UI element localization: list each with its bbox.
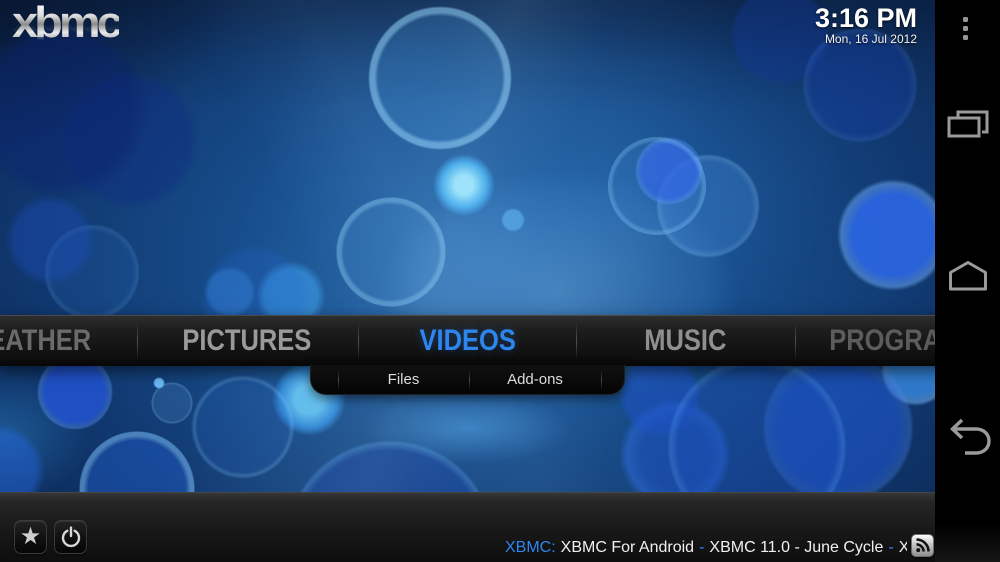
xbmc-logo: xbmc xbmc (12, 2, 152, 82)
submenu-divider (601, 371, 602, 389)
menu-overflow-button[interactable] (963, 17, 968, 40)
rss-ticker: XBMC:XBMC For Android-XBMC 11.0 - June C… (505, 537, 907, 559)
menu-dots-icon (963, 35, 968, 40)
star-icon: ★ (20, 525, 42, 549)
ticker-headline: XBMC 11.0 - June Cycle (709, 539, 883, 556)
ticker-separator: - (888, 539, 893, 556)
menu-item-music[interactable]: MUSIC (576, 316, 795, 366)
ticker-headline: XBMC4Xbox Upda (899, 539, 907, 556)
menu-item-label: PROGRAMS (829, 324, 935, 358)
menu-item-pictures[interactable]: PICTURES (137, 316, 356, 366)
back-button[interactable] (944, 417, 994, 459)
recents-button[interactable] (946, 108, 990, 140)
menu-divider (576, 323, 577, 359)
menu-item-label: MUSIC (644, 324, 726, 358)
ticker-headline: XBMC For Android (561, 539, 694, 556)
home-button[interactable] (946, 258, 990, 292)
menu-item-programs[interactable]: PROGRAMS (795, 316, 935, 366)
menu-dots-icon (963, 26, 968, 31)
power-button[interactable] (54, 520, 87, 554)
rss-icon (914, 537, 931, 554)
menu-divider (795, 323, 796, 359)
rss-button[interactable] (911, 534, 934, 557)
submenu-item-files[interactable]: Files (338, 370, 469, 390)
power-icon (59, 525, 83, 549)
favorites-button[interactable]: ★ (14, 520, 47, 554)
clock-date: Mon, 16 Jul 2012 (815, 32, 917, 46)
bottom-bar: ★ XBMC:XBMC For Android-XBMC 11.0 - June… (0, 492, 935, 562)
menu-item-videos[interactable]: VIDEOS (358, 316, 577, 366)
recents-icon (946, 108, 990, 140)
menu-item-label: WEATHER (0, 324, 91, 358)
xbmc-screen: xbmc xbmc 3:16 PM Mon, 16 Jul 2012 WEATH… (0, 0, 1000, 562)
home-icon (946, 258, 990, 292)
clock: 3:16 PM Mon, 16 Jul 2012 (815, 5, 917, 46)
menu-dots-icon (963, 17, 968, 22)
menu-item-label: PICTURES (182, 324, 311, 358)
videos-submenu: Files Add-ons (310, 365, 625, 395)
android-navbar (935, 0, 1000, 562)
background-bokeh (0, 0, 935, 562)
menu-divider (137, 323, 138, 359)
menu-divider (358, 323, 359, 359)
ticker-separator: - (699, 539, 704, 556)
main-content: xbmc xbmc 3:16 PM Mon, 16 Jul 2012 WEATH… (0, 0, 935, 562)
menu-item-weather[interactable]: WEATHER (0, 316, 137, 366)
xbmc-logo-reflection: xbmc (12, 3, 119, 43)
clock-time: 3:16 PM (815, 5, 917, 31)
submenu-item-addons[interactable]: Add-ons (469, 370, 601, 390)
back-icon (944, 417, 994, 459)
ticker-feed-label: XBMC: (505, 539, 556, 556)
main-menu-bar: WEATHER PICTURES VIDEOS MUSIC PROGRAMS (0, 315, 935, 366)
menu-item-label: VIDEOS (419, 324, 515, 358)
